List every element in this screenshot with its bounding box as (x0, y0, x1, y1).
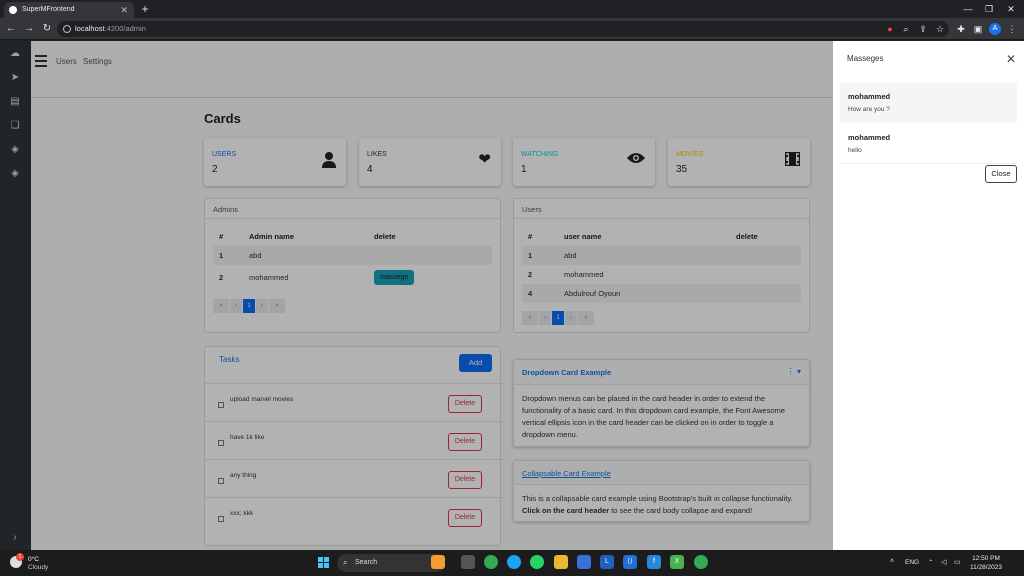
chrome-profile-icon[interactable] (694, 555, 708, 569)
share-icon[interactable]: ⇪ (917, 23, 929, 35)
battery-icon[interactable]: ▭ (954, 558, 961, 566)
maximize-icon[interactable]: ❐ (978, 0, 1000, 18)
system-clock[interactable]: 12:50 PM 11/28/2023 (966, 554, 1006, 572)
clock-time: 12:50 PM (972, 555, 1000, 562)
l-app-icon[interactable]: L (600, 555, 614, 569)
extensions-puzzle-icon[interactable]: ✚ (955, 23, 967, 35)
extension-red-icon[interactable]: ● (884, 23, 896, 35)
language-indicator[interactable]: ENG (905, 559, 919, 566)
close-icon[interactable]: ✕ (1006, 52, 1016, 66)
messages-title: Masseges (847, 54, 884, 63)
clock-date: 11/28/2023 (969, 564, 1003, 571)
window-close-icon[interactable]: ✕ (1000, 0, 1022, 18)
back-icon[interactable]: ← (3, 21, 19, 37)
search-icon: ⌕ (343, 558, 348, 567)
f-app-icon[interactable]: f (647, 555, 661, 569)
messages-panel: Masseges ✕ mohammed How are you ? mohamm… (833, 41, 1024, 550)
dashboard-icon[interactable]: ☁ (9, 48, 21, 60)
search-label: Search (355, 559, 378, 566)
profile-avatar[interactable]: A (989, 23, 1001, 35)
url-path: :4200/admin (104, 24, 146, 33)
forward-icon[interactable]: → (21, 21, 37, 37)
film-nav-icon[interactable]: ▤ (9, 96, 21, 108)
wifi-icon[interactable]: ◔ (928, 558, 932, 565)
browser-tab-bar: SuperMFrontend ✕ + — ❐ ✕ (0, 0, 1024, 18)
weather-condition: Cloudy (28, 564, 49, 571)
address-bar[interactable]: localhost:4200/admin (57, 21, 949, 37)
message-sender: mohammed (848, 92, 891, 101)
edge-icon[interactable] (507, 555, 521, 569)
tab-close-icon[interactable]: ✕ (120, 2, 128, 18)
message-sender: mohammed (848, 133, 891, 142)
message-text: How are you ? (848, 106, 890, 113)
bookmark-star-icon[interactable]: ☆ (934, 23, 946, 35)
url-host: localhost (75, 24, 105, 33)
os-taskbar: 1 0°C Cloudy ⌕ Search L ⟨⟩ f X ˄ ENG ◔ ◁… (0, 550, 1024, 576)
taskbar-search[interactable]: ⌕ Search (337, 554, 445, 572)
reload-icon[interactable]: ↻ (39, 21, 55, 37)
chrome-icon[interactable] (484, 555, 498, 569)
browser-toolbar: ← → ↻ localhost:4200/admin ● ⌕ ⇪ ☆ ✚ ▣ ⋮ (0, 18, 1024, 40)
message-item: mohammed How are you ? (840, 83, 1017, 123)
volume-icon[interactable]: ◁ (941, 558, 946, 566)
close-button[interactable]: Close (985, 165, 1017, 183)
app-sidebar: ☁ ➤ ▤ ❏ ◈ ◈ › (0, 41, 31, 550)
side-panel-icon[interactable]: ▣ (972, 23, 984, 35)
notification-badge: 1 (16, 553, 24, 561)
vscode-icon[interactable]: ⟨⟩ (623, 555, 637, 569)
widget-app-icon[interactable] (431, 555, 445, 569)
excel-icon[interactable]: X (670, 555, 684, 569)
message-item: mohammed hello (840, 124, 1017, 164)
browser-tab[interactable]: SuperMFrontend ✕ (4, 2, 134, 18)
zoom-icon[interactable]: ⌕ (900, 23, 912, 35)
tab-favicon-icon (9, 6, 17, 14)
browser-menu-icon[interactable]: ⋮ (1006, 23, 1018, 35)
site-info-icon[interactable] (63, 25, 71, 33)
sidebar-expand-icon[interactable]: › (9, 532, 21, 544)
task-view-icon[interactable] (461, 555, 475, 569)
tab-title: SuperMFrontend (22, 6, 75, 13)
weather-widget[interactable]: 1 0°C Cloudy (10, 553, 70, 572)
tray-chevron-icon[interactable]: ˄ (890, 558, 894, 565)
new-tab-button[interactable]: + (138, 0, 152, 18)
stack-icon[interactable]: ◈ (9, 168, 21, 180)
minimize-icon[interactable]: — (957, 0, 979, 18)
layers-icon[interactable]: ◈ (9, 144, 21, 156)
teams-icon[interactable] (577, 555, 591, 569)
message-text: hello (848, 147, 862, 154)
whatsapp-icon[interactable] (530, 555, 544, 569)
send-icon[interactable]: ➤ (9, 72, 21, 84)
copy-icon[interactable]: ❏ (9, 120, 21, 132)
file-explorer-icon[interactable] (554, 555, 568, 569)
weather-temp: 0°C (28, 556, 39, 563)
windows-start-icon[interactable] (318, 557, 329, 568)
